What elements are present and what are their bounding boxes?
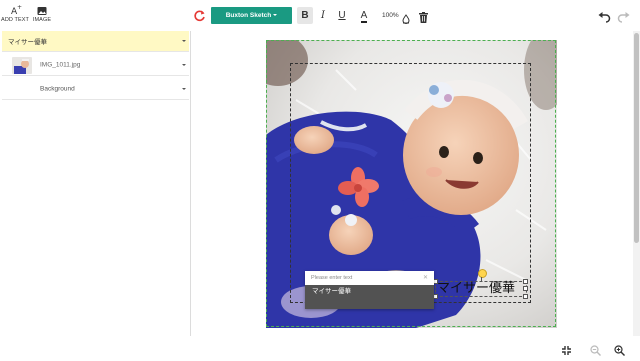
rotate-handle[interactable]	[478, 269, 487, 278]
text-edit-popup: Please enter text ✕ マイサー優華	[305, 271, 434, 309]
image-icon	[27, 3, 57, 16]
add-text-label: ADD TEXT	[1, 17, 29, 23]
layer-label: IMG_1011.jpg	[40, 61, 81, 68]
chevron-down-icon	[273, 14, 278, 16]
layers-panel: マイサー優華 IMG_1011.jpg Background	[0, 31, 191, 336]
italic-button[interactable]: I	[315, 7, 331, 24]
resize-handle[interactable]	[523, 279, 528, 284]
scrollbar[interactable]	[633, 31, 640, 336]
font-color-icon: A	[360, 10, 368, 23]
layer-label: マイサー優華	[8, 39, 47, 46]
chevron-down-icon[interactable]	[182, 87, 186, 90]
bold-button[interactable]: B	[297, 7, 313, 24]
add-text-icon: A +	[0, 3, 30, 17]
resize-handle[interactable]	[523, 294, 528, 299]
layer-item-background[interactable]: Background	[2, 78, 189, 100]
layer-item-image[interactable]: IMG_1011.jpg	[2, 54, 189, 76]
chevron-down-icon[interactable]	[182, 63, 186, 66]
zoom-out-icon[interactable]	[590, 343, 601, 356]
text-edit-header: Please enter text ✕	[305, 271, 434, 285]
canvas-text-element[interactable]: マイサー優華	[437, 281, 525, 297]
layer-thumbnail	[12, 57, 32, 74]
svg-text:+: +	[17, 4, 22, 11]
text-edit-placeholder: Please enter text	[311, 275, 353, 281]
resize-handle[interactable]	[523, 286, 528, 291]
refresh-icon[interactable]	[193, 9, 206, 22]
layer-label: Background	[40, 85, 75, 92]
chevron-down-icon[interactable]	[182, 40, 186, 42]
bottom-bar	[0, 336, 640, 360]
trash-icon[interactable]	[419, 10, 428, 28]
text-edit-input[interactable]: マイサー優華	[305, 285, 434, 309]
image-label: IMAGE	[32, 17, 52, 23]
undo-icon[interactable]	[598, 10, 611, 23]
top-toolbar: A + ADD TEXT IMAGE Buxton Sketch B I U A …	[0, 0, 640, 32]
zoom-in-icon[interactable]	[614, 343, 625, 356]
font-family-label: Buxton Sketch	[225, 12, 272, 19]
redo-icon[interactable]	[617, 10, 630, 23]
compress-icon[interactable]	[561, 343, 572, 355]
close-icon[interactable]: ✕	[423, 271, 428, 285]
image-button[interactable]: IMAGE	[27, 3, 57, 23]
add-text-button[interactable]: A + ADD TEXT	[0, 3, 30, 23]
zoom-level: 100%	[382, 12, 399, 19]
underline-button[interactable]: U	[334, 7, 350, 24]
layer-item-text[interactable]: マイサー優華	[2, 31, 189, 52]
font-color-button[interactable]: A	[356, 7, 372, 24]
fill-icon[interactable]	[402, 11, 410, 29]
font-family-dropdown[interactable]: Buxton Sketch	[211, 7, 292, 24]
scrollbar-thumb[interactable]	[634, 33, 639, 243]
